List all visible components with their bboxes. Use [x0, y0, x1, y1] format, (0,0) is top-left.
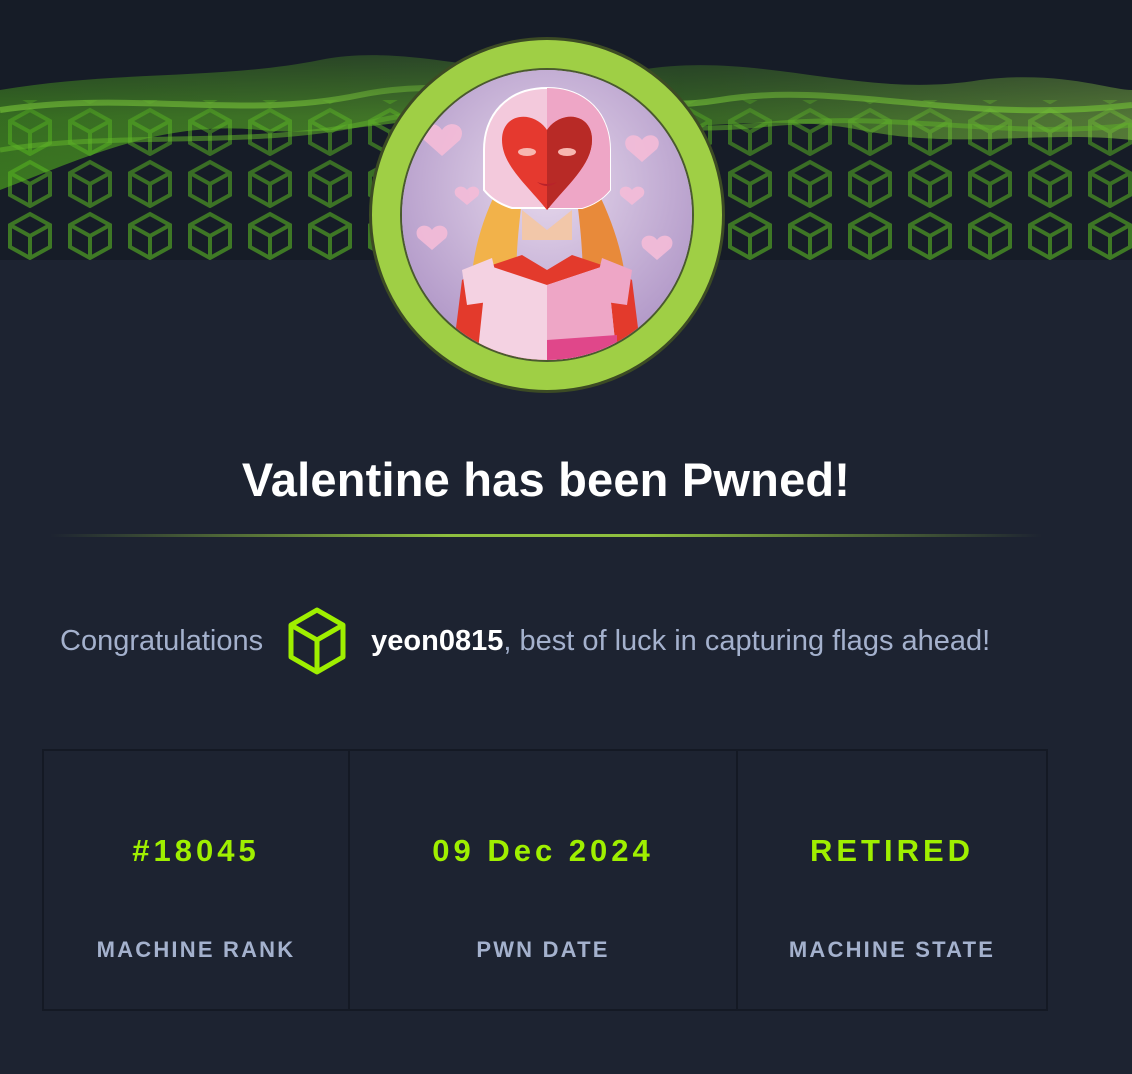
page-title: Valentine has been Pwned!: [241, 453, 851, 506]
stat-machine-state: RETIRED MACHINE STATE: [738, 751, 1046, 1009]
stats-table: #18045 MACHINE RANK 09 Dec 2024 PWN DATE…: [42, 749, 1048, 1011]
cube-icon: [288, 607, 346, 675]
stat-label: MACHINE STATE: [788, 937, 996, 962]
stat-value: 09 Dec 2024: [432, 833, 654, 868]
congrats-message: Congratulations yeon0815 , best of luck …: [60, 606, 990, 676]
avatar-image: [402, 70, 692, 360]
stat-label: PWN DATE: [476, 937, 610, 962]
congrats-prefix: Congratulations: [60, 624, 264, 657]
pwned-card: Valentine has been Pwned! Congratulation…: [0, 0, 1132, 1074]
stat-pwn-date: 09 Dec 2024 PWN DATE: [350, 751, 738, 1009]
divider: [50, 534, 1042, 537]
stat-value: #18045: [132, 833, 260, 868]
stat-machine-rank: #18045 MACHINE RANK: [44, 751, 350, 1009]
congrats-suffix: , best of luck in capturing flags ahead!: [503, 624, 991, 657]
stat-label: MACHINE RANK: [96, 937, 296, 962]
stat-value: RETIRED: [809, 833, 975, 868]
username[interactable]: yeon0815: [371, 625, 503, 658]
avatar-ring: [372, 40, 722, 390]
valentine-avatar-illustration: [402, 70, 692, 360]
